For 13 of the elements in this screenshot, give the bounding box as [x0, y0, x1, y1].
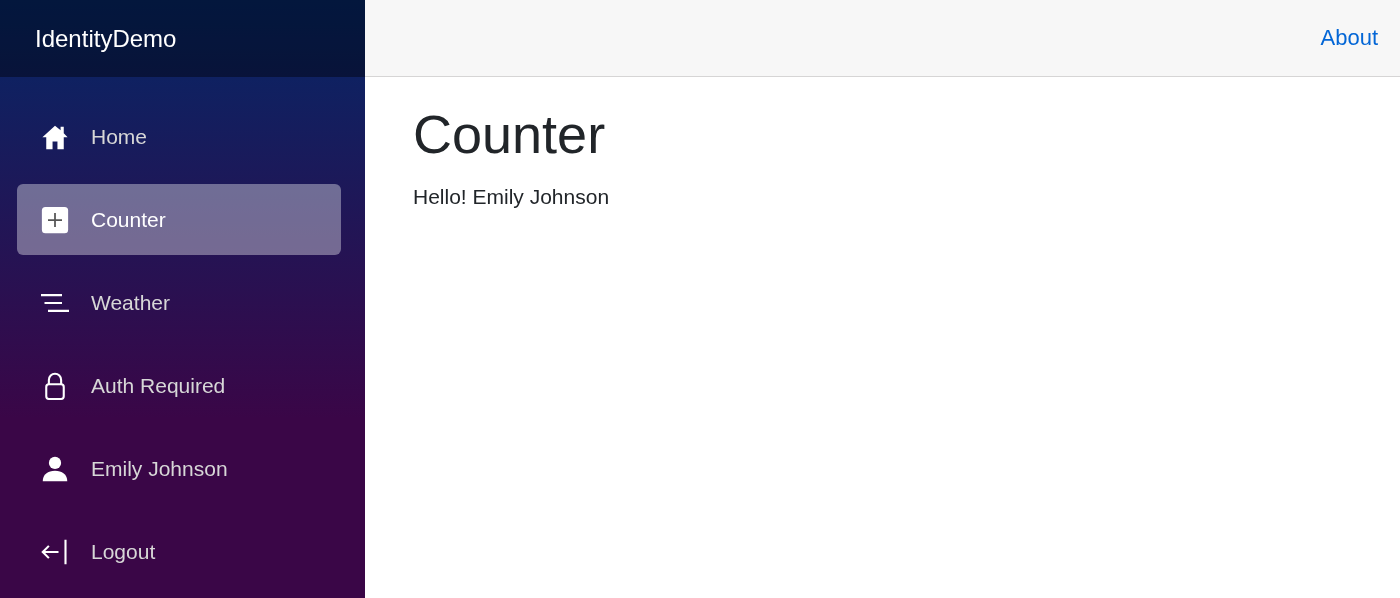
logout-icon — [41, 537, 69, 566]
greeting-text: Hello! Emily Johnson — [413, 185, 611, 209]
nav-item[interactable]: Weather — [17, 267, 341, 338]
person-icon — [41, 454, 69, 483]
nav-item[interactable]: Auth Required — [17, 350, 341, 421]
nav-item[interactable]: Logout — [17, 516, 341, 587]
nav-item[interactable]: Emily Johnson — [17, 433, 341, 504]
page-heading: Counter — [413, 103, 607, 165]
plus-icon — [41, 205, 69, 234]
nav-item[interactable]: Home — [17, 101, 341, 172]
app-title[interactable]: IdentityDemo — [35, 24, 177, 53]
about-link[interactable]: About — [1320, 25, 1378, 51]
nav-item[interactable]: Counter — [17, 184, 341, 255]
